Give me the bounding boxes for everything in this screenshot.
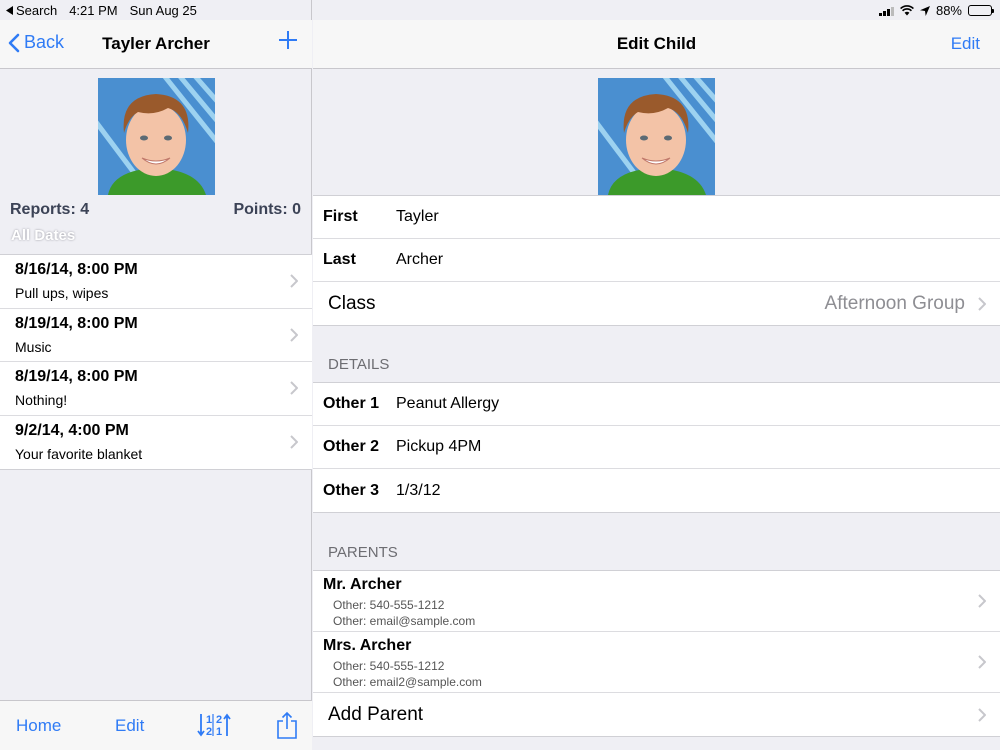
- report-date: 8/16/14, 8:00 PM: [15, 261, 138, 278]
- list-item[interactable]: 9/2/14, 4:00 PM Your favorite blanket: [0, 416, 312, 470]
- parents-group: Mr. Archer Other: 540-555-1212 Other: em…: [313, 570, 1000, 737]
- parents-section-header: PARENTS: [328, 544, 398, 561]
- report-date: 8/19/14, 8:00 PM: [15, 314, 138, 332]
- edit-child-pane: Edit Child Edit First Tayler Last Archer…: [313, 0, 1000, 750]
- chevron-right-icon: [978, 707, 986, 722]
- first-name-label: First: [323, 208, 358, 225]
- chevron-right-icon: [978, 296, 986, 311]
- parent-name: Mrs. Archer: [323, 637, 412, 654]
- detail-label: Other 2: [323, 438, 380, 455]
- child-reports-pane: Back Tayler Archer Reports: 4 Points: 0 …: [0, 0, 312, 750]
- detail-field[interactable]: Pickup 4PM: [396, 438, 481, 456]
- detail-label: Other 1: [323, 395, 380, 412]
- home-button[interactable]: Home: [16, 716, 61, 736]
- parent-email: Other: email2@sample.com: [333, 675, 482, 689]
- chevron-right-icon: [290, 274, 298, 288]
- points-count: Points: 0: [233, 201, 301, 218]
- first-name-field[interactable]: Tayler: [396, 208, 439, 226]
- status-bar: Search 4:21 PM Sun Aug 25 88%: [0, 0, 1000, 20]
- parent-name: Mr. Archer: [323, 576, 402, 593]
- date-filter[interactable]: All Dates: [11, 227, 75, 244]
- last-name-label: Last: [323, 251, 356, 268]
- share-button[interactable]: [276, 711, 298, 744]
- report-date: 8/19/14, 8:00 PM: [15, 368, 138, 385]
- list-item[interactable]: 8/16/14, 8:00 PM Pull ups, wipes: [0, 255, 312, 309]
- svg-text:2: 2: [206, 726, 212, 738]
- add-report-button[interactable]: [278, 30, 298, 55]
- report-note: Nothing!: [15, 392, 68, 408]
- chevron-right-icon: [978, 594, 986, 608]
- add-parent-label: Add Parent: [328, 703, 424, 725]
- back-app-label: Search: [16, 3, 58, 18]
- back-to-app[interactable]: Search: [6, 3, 57, 18]
- chevron-right-icon: [978, 655, 986, 669]
- sort-button[interactable]: 1 2 2 1: [197, 712, 231, 743]
- class-row[interactable]: Class Afternoon Group: [313, 282, 1000, 325]
- name-class-group: First Tayler Last Archer Class Afternoon…: [313, 195, 1000, 326]
- share-icon: [277, 711, 297, 739]
- child-photo: [98, 78, 215, 195]
- sort-order-icon: 1 2 2 1: [197, 713, 231, 738]
- battery-percent: 88%: [935, 3, 962, 18]
- edit-reports-button[interactable]: Edit: [115, 716, 144, 736]
- detail-row-3[interactable]: Other 3 1/3/12: [313, 469, 1000, 512]
- last-name-field[interactable]: Archer: [396, 251, 443, 269]
- report-note: Pull ups, wipes: [15, 285, 109, 301]
- parent-phone: Other: 540-555-1212: [333, 659, 445, 673]
- edit-button[interactable]: Edit: [951, 34, 980, 54]
- chevron-right-icon: [290, 435, 298, 449]
- right-nav-bar: Edit Child Edit: [313, 20, 1000, 69]
- parent-row[interactable]: Mrs. Archer Other: 540-555-1212 Other: e…: [313, 632, 1000, 693]
- detail-label: Other 3: [323, 481, 380, 499]
- detail-field[interactable]: 1/3/12: [396, 482, 440, 500]
- report-note: Your favorite blanket: [15, 445, 143, 462]
- reports-count: Reports: 4: [10, 201, 90, 218]
- child-name-title: Tayler Archer: [102, 34, 210, 53]
- detail-row-2[interactable]: Other 2 Pickup 4PM: [313, 426, 1000, 469]
- edit-child-title: Edit Child: [616, 34, 697, 53]
- svg-text:2: 2: [216, 714, 222, 726]
- svg-text:1: 1: [216, 726, 222, 738]
- bottom-toolbar: Home Edit 1 2 2 1: [0, 700, 312, 750]
- status-date: Sun Aug 25: [129, 3, 197, 18]
- last-name-row[interactable]: Last Archer: [313, 239, 1000, 282]
- battery-icon: [968, 5, 994, 16]
- left-nav-bar: Back Tayler Archer: [0, 20, 312, 69]
- list-item[interactable]: 8/19/14, 8:00 PM Music: [0, 309, 312, 362]
- details-group: Other 1 Peanut Allergy Other 2 Pickup 4P…: [313, 382, 1000, 513]
- list-item[interactable]: 8/19/14, 8:00 PM Nothing!: [0, 362, 312, 416]
- report-note: Music: [15, 338, 52, 355]
- svg-text:1: 1: [206, 714, 212, 726]
- class-label: Class: [328, 292, 376, 314]
- report-date: 9/2/14, 4:00 PM: [15, 421, 129, 439]
- cellular-signal-icon: [878, 6, 894, 16]
- report-list: 8/16/14, 8:00 PM Pull ups, wipes 8/19/14…: [0, 254, 312, 470]
- back-triangle-icon: [6, 6, 13, 15]
- detail-field[interactable]: Peanut Allergy: [396, 395, 499, 413]
- chevron-right-icon: [290, 381, 298, 395]
- parent-row[interactable]: Mr. Archer Other: 540-555-1212 Other: em…: [313, 571, 1000, 632]
- status-time: 4:21 PM: [69, 3, 118, 18]
- wifi-icon: [900, 5, 914, 16]
- plus-icon: [279, 31, 297, 49]
- location-arrow-icon: [919, 5, 930, 16]
- parent-phone: Other: 540-555-1212: [333, 598, 445, 612]
- details-section-header: DETAILS: [328, 356, 390, 373]
- class-value: Afternoon Group: [824, 292, 965, 314]
- parent-email: Other: email@sample.com: [333, 614, 476, 628]
- child-photo-large[interactable]: [598, 78, 715, 195]
- first-name-row[interactable]: First Tayler: [313, 196, 1000, 239]
- chevron-right-icon: [290, 328, 298, 342]
- detail-row-1[interactable]: Other 1 Peanut Allergy: [313, 383, 1000, 426]
- add-parent-row[interactable]: Add Parent: [313, 693, 1000, 736]
